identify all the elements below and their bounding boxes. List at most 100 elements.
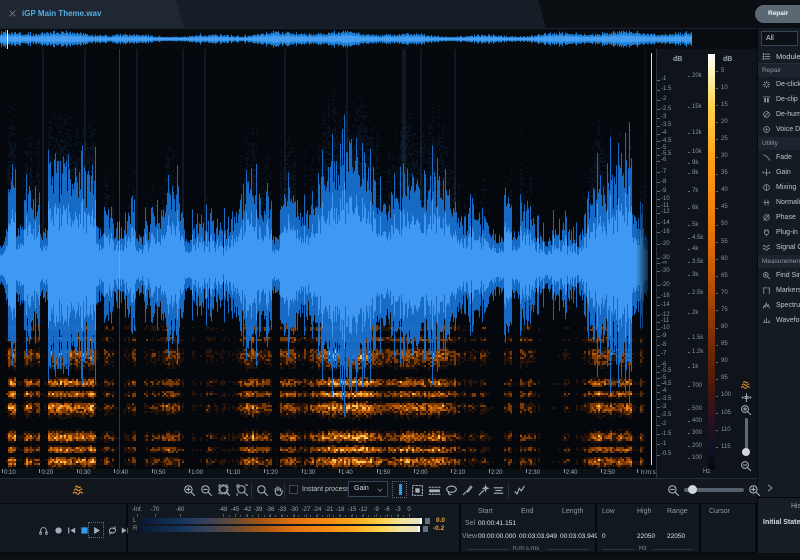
meter-scale-minor-tick	[356, 515, 358, 517]
ruler-tick	[451, 469, 453, 473]
amp-db-tick	[657, 424, 660, 426]
module-item[interactable]: Fade	[758, 150, 800, 165]
view-length: 00:03:03.949	[560, 533, 598, 540]
time-selection-tool-icon[interactable]	[394, 483, 407, 496]
meter-scale-minor-tick	[402, 515, 404, 517]
module-item[interactable]: De-click	[758, 77, 800, 92]
meter-scale-minor-tick	[310, 515, 311, 517]
freq-high: 22050	[637, 533, 656, 540]
hzoom-knob[interactable]	[688, 485, 697, 494]
sel-start: 00:00:41.151	[478, 520, 516, 527]
meter-bar-left	[140, 518, 422, 524]
amp-db-tick-label: -4.5	[661, 381, 672, 388]
brush-tool-icon[interactable]	[461, 484, 474, 497]
hzoom-out-icon[interactable]	[667, 484, 680, 497]
ruler-tick	[151, 469, 153, 473]
module-item[interactable]: Markers	[758, 283, 800, 298]
module-item[interactable]: Mixing	[758, 180, 800, 195]
module-item[interactable]: De-hum	[758, 107, 800, 122]
meter-scale-minor-tick	[327, 515, 329, 517]
meter-scale-tick	[387, 514, 388, 517]
magic-wand-tool-icon[interactable]	[477, 484, 490, 497]
zoom-all-icon[interactable]	[236, 484, 249, 497]
amp-db-tick-label: -11	[661, 318, 670, 325]
instant-process-checkbox[interactable]	[289, 485, 298, 494]
spectrogram-blend-icon[interactable]	[71, 482, 86, 496]
spectrogram-canvas[interactable]	[0, 49, 656, 469]
vertical-zoom-out-icon[interactable]	[740, 460, 752, 472]
history-item[interactable]: Initial State	[763, 519, 800, 526]
overview-waveform[interactable]	[0, 30, 692, 49]
record-icon[interactable]	[53, 525, 64, 536]
zoom-tool-icon[interactable]	[256, 484, 269, 497]
module-item[interactable]: Plug-in	[758, 225, 800, 240]
module-item[interactable]: Phase	[758, 210, 800, 225]
process-module-dropdown[interactable]: Gain	[348, 481, 388, 497]
ruler-tick	[301, 469, 303, 473]
ruler-label: 0:40	[116, 470, 129, 476]
amp-db-tick-label: -5	[661, 374, 667, 381]
module-list-header[interactable]: Module	[758, 49, 800, 64]
go-to-start-icon[interactable]	[66, 525, 77, 536]
monitor-headphones-icon[interactable]	[38, 525, 49, 536]
col-length: Length	[562, 508, 584, 515]
amp-db-tick-label: -2	[661, 421, 667, 428]
waveform-view-icon[interactable]	[741, 392, 752, 403]
amp-db-tick-label: -4	[661, 388, 667, 395]
module-item[interactable]: Signal Generator	[758, 240, 800, 255]
rx-audio-editor-window: iGP Main Theme.wav Repair Assistant dB d…	[0, 0, 800, 560]
module-filter-dropdown[interactable]: All	[761, 31, 798, 46]
vertical-zoom-knob[interactable]	[742, 448, 750, 456]
module-item[interactable]: Spectrum Analyzer	[758, 298, 800, 313]
amp-db-tick	[657, 384, 660, 386]
amplitude-scale-header: dB	[673, 56, 683, 63]
close-icon[interactable]	[8, 9, 17, 18]
colorbar-tick	[716, 361, 718, 363]
colorbar-tick	[716, 293, 718, 295]
meter-scale-label: -70	[150, 507, 160, 513]
ruler-tick	[526, 469, 528, 473]
zoom-in-time-icon[interactable]	[183, 484, 196, 497]
ruler-label: 1:30	[303, 470, 316, 476]
vertical-zoom-slider[interactable]	[745, 418, 748, 452]
freq-tick	[688, 433, 690, 434]
toolbar-separator	[251, 483, 252, 498]
frequency-selection-tool-icon[interactable]	[428, 484, 441, 497]
ruler-label: 2:10	[453, 470, 466, 476]
declick-quick-icon[interactable]	[513, 484, 526, 497]
de-click-icon	[762, 80, 771, 89]
play-icon[interactable]	[91, 525, 102, 536]
spectrogram-view-icon[interactable]	[739, 378, 753, 390]
module-item[interactable]: Find Similar	[758, 268, 800, 283]
unit-rule	[467, 549, 509, 550]
repair-assistant-button[interactable]: Repair Assistant	[755, 5, 800, 35]
freq-tick-label: 300	[692, 429, 703, 436]
colorbar-tick	[716, 413, 718, 414]
amp-db-tick	[657, 345, 660, 347]
zoom-to-selection-icon[interactable]	[218, 484, 231, 497]
module-item[interactable]: Gain	[758, 165, 800, 180]
hzoom-in-icon[interactable]	[748, 484, 761, 497]
meter-scale-minor-tick	[298, 515, 300, 517]
time-ruler[interactable]	[0, 469, 656, 478]
amp-db-tick-label: -12	[661, 311, 670, 318]
meter-scale-label: -Inf.	[131, 507, 143, 513]
lasso-tool-icon[interactable]	[445, 484, 458, 497]
loop-icon[interactable]	[107, 525, 118, 536]
module-item[interactable]: De-clip	[758, 92, 800, 107]
freq-low: 0	[602, 533, 606, 540]
amp-db-tick	[657, 141, 660, 143]
time-frequency-selection-tool-icon[interactable]	[411, 484, 424, 497]
module-item[interactable]: Voice De-noise	[758, 122, 800, 137]
vertical-zoom-in-icon[interactable]	[740, 404, 752, 416]
colorbar-tick	[716, 447, 718, 449]
tab-file[interactable]: iGP Main Theme.wav	[0, 0, 184, 28]
harmonics-tool-icon[interactable]	[492, 484, 505, 497]
meter-channel-right-label: R	[133, 526, 138, 532]
panel-collapse-chevron-icon[interactable]	[765, 483, 775, 493]
zoom-out-time-icon[interactable]	[200, 484, 213, 497]
ruler-tick	[601, 469, 603, 473]
freq-tick-label: 15k	[692, 103, 702, 110]
module-item[interactable]: Normalize	[758, 195, 800, 210]
module-item[interactable]: Waveform Statistics	[758, 313, 800, 328]
